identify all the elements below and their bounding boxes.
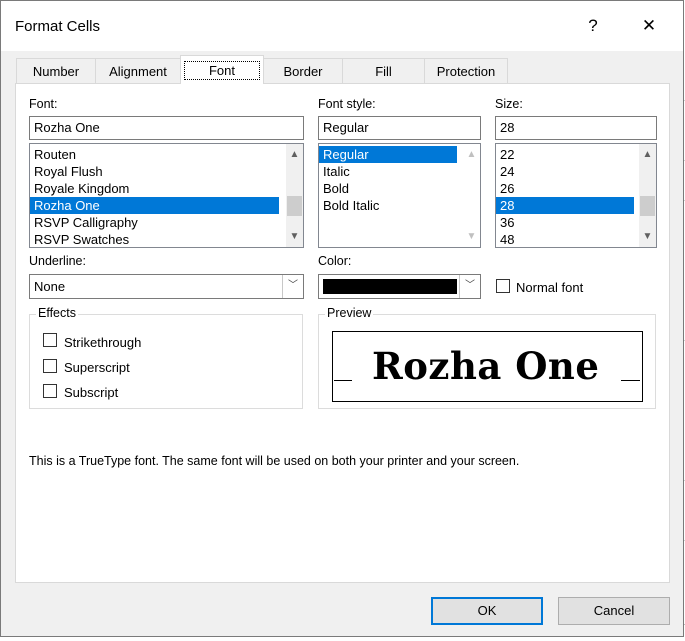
size-list[interactable]: 22 24 26 28 36 48 ▲ ▼ (495, 143, 657, 248)
tab-number[interactable]: Number (16, 58, 96, 83)
size-input[interactable]: 28 (495, 116, 657, 140)
font-list-item[interactable]: Routen (30, 146, 283, 163)
font-style-item[interactable]: Bold (319, 180, 457, 197)
underline-value: None (34, 279, 66, 294)
tab-font[interactable]: Font (180, 55, 264, 84)
format-cells-dialog: Format Cells ? ✕ Number Alignment Font B… (0, 0, 684, 637)
font-name-input[interactable]: Rozha One (29, 116, 304, 140)
font-list-item[interactable]: RSVP Swatches (30, 231, 283, 247)
preview-baseline-left (334, 380, 352, 381)
tab-fill[interactable]: Fill (342, 58, 425, 83)
font-style-item-selected[interactable]: Regular (319, 146, 457, 163)
size-list-item[interactable]: 22 (496, 146, 636, 163)
font-style-scrollbar: ▲ ▼ (463, 144, 480, 247)
scroll-thumb[interactable] (287, 196, 302, 216)
normal-font-label: Normal font (516, 280, 584, 295)
underline-select[interactable]: None ﹀ (29, 274, 304, 299)
tab-font-label: Font (183, 61, 260, 80)
normal-font-checkbox[interactable] (496, 279, 510, 293)
superscript-checkbox[interactable] (43, 359, 57, 373)
color-label: Color: (318, 254, 352, 268)
preview-sample-text: Rozha One (372, 344, 600, 388)
color-swatch (323, 279, 457, 294)
font-style-label: Font style: (318, 97, 376, 111)
preview-baseline-right (621, 380, 640, 381)
help-button[interactable]: ? (575, 11, 611, 41)
size-label: Size: (495, 97, 523, 111)
scroll-down-icon: ▼ (466, 231, 477, 242)
font-list-scrollbar[interactable]: ▲ ▼ (286, 144, 303, 247)
size-list-item-selected[interactable]: 28 (496, 197, 634, 214)
size-list-item[interactable]: 36 (496, 214, 636, 231)
font-label: Font: (29, 97, 58, 111)
cancel-button[interactable]: Cancel (558, 597, 670, 625)
font-list[interactable]: Routen Royal Flush Royale Kingdom Rozha … (29, 143, 304, 248)
superscript-label: Superscript (64, 360, 130, 375)
font-list-item[interactable]: Royale Kingdom (30, 180, 283, 197)
font-list-item[interactable]: RSVP Calligraphy (30, 214, 283, 231)
font-info-text: This is a TrueType font. The same font w… (29, 454, 520, 468)
tab-border[interactable]: Border (263, 58, 343, 83)
font-style-item[interactable]: Bold Italic (319, 197, 457, 214)
size-list-item[interactable]: 26 (496, 180, 636, 197)
chevron-down-icon[interactable]: ﹀ (459, 275, 480, 298)
underline-label: Underline: (29, 254, 86, 268)
scroll-up-icon[interactable]: ▲ (286, 146, 303, 163)
color-select[interactable]: ﹀ (318, 274, 481, 299)
tab-protection[interactable]: Protection (424, 58, 508, 83)
scroll-down-icon[interactable]: ▼ (286, 228, 303, 245)
font-style-item[interactable]: Italic (319, 163, 457, 180)
close-button[interactable]: ✕ (631, 11, 667, 41)
tab-alignment[interactable]: Alignment (95, 58, 181, 83)
ok-button[interactable]: OK (431, 597, 543, 625)
size-list-item[interactable]: 24 (496, 163, 636, 180)
size-list-scrollbar[interactable]: ▲ ▼ (639, 144, 656, 247)
strikethrough-label: Strikethrough (64, 335, 142, 350)
subscript-label: Subscript (64, 385, 119, 400)
strikethrough-checkbox[interactable] (43, 333, 57, 347)
scroll-up-icon[interactable]: ▲ (639, 146, 656, 163)
font-style-input[interactable]: Regular (318, 116, 481, 140)
scroll-down-icon[interactable]: ▼ (639, 228, 656, 245)
preview-title: Preview (325, 306, 374, 320)
chevron-down-icon[interactable]: ﹀ (282, 275, 303, 298)
font-style-list[interactable]: Regular Italic Bold Bold Italic ▲ ▼ (318, 143, 481, 248)
font-list-item-selected[interactable]: Rozha One (30, 197, 279, 214)
font-list-item[interactable]: Royal Flush (30, 163, 283, 180)
dialog-title: Format Cells (15, 18, 101, 35)
size-list-item[interactable]: 48 (496, 231, 636, 247)
subscript-checkbox[interactable] (43, 384, 57, 398)
scroll-thumb[interactable] (640, 196, 655, 216)
effects-title: Effects (36, 306, 78, 320)
scroll-up-icon: ▲ (466, 149, 477, 160)
title-bar: Format Cells ? ✕ (1, 1, 683, 51)
